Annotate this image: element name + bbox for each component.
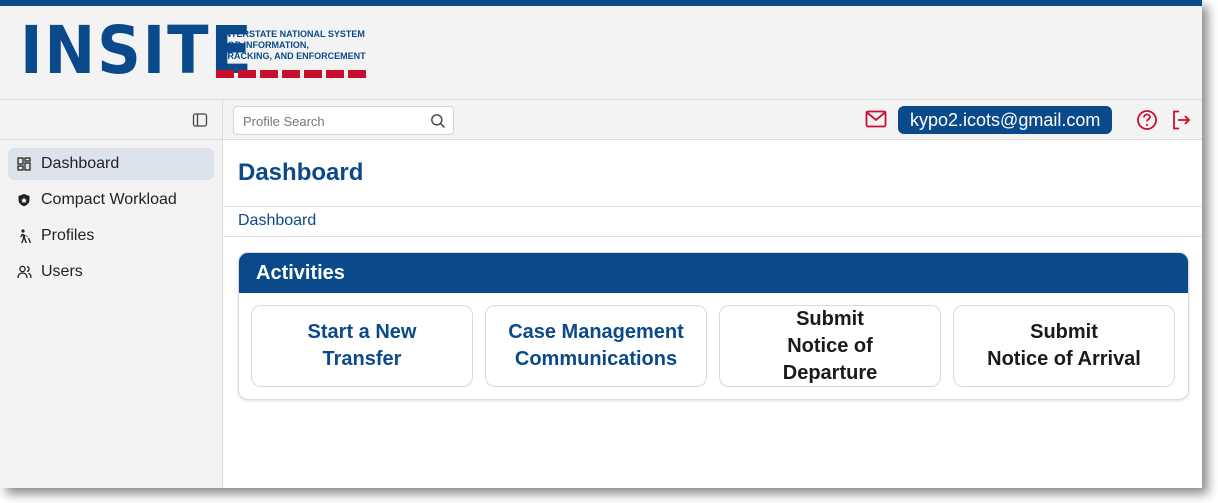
app-window: INSITE INTERSTATE NATIONAL SYSTEM FOR IN… <box>0 0 1202 488</box>
page-title: Dashboard <box>238 159 364 186</box>
shield-icon <box>16 192 32 208</box>
sidebar: Dashboard Compact Workload Profiles User… <box>0 100 223 488</box>
sidebar-item-dashboard[interactable]: Dashboard <box>8 148 214 180</box>
dashboard-icon <box>16 156 32 172</box>
users-icon <box>16 264 32 280</box>
action-label-line: Submit <box>796 307 864 330</box>
activities-actions: Start a New Transfer Case Management Com… <box>251 305 1175 387</box>
case-management-communications-button[interactable]: Case Management Communications <box>485 305 707 387</box>
mail-icon[interactable] <box>865 110 887 128</box>
action-label-line: Communications <box>514 348 678 370</box>
action-label-line: Submit <box>1030 321 1098 343</box>
sidebar-item-label: Compact Workload <box>41 191 177 208</box>
search-input[interactable] <box>243 113 423 129</box>
action-label-line: Case Management <box>508 321 684 343</box>
submit-notice-of-departure-button[interactable]: Submit Notice of Departure <box>719 305 941 387</box>
activities-card-title: Activities <box>239 253 1188 293</box>
logo-red-dashes <box>216 70 366 78</box>
activities-card: Activities Start a New Transfer Case Man… <box>238 252 1189 400</box>
user-email-badge[interactable]: kypo2.icots@gmail.com <box>898 106 1113 134</box>
action-label-line: Notice of <box>787 334 873 357</box>
sidebar-nav: Dashboard Compact Workload Profiles User… <box>0 140 222 288</box>
start-new-transfer-button[interactable]: Start a New Transfer <box>251 305 473 387</box>
sidebar-item-users[interactable]: Users <box>8 256 214 288</box>
logo-tagline-line: FOR INFORMATION, <box>222 40 309 50</box>
top-toolbar: kypo2.icots@gmail.com <box>223 100 1202 140</box>
logo-tagline-line: INTERSTATE NATIONAL SYSTEM <box>222 29 365 39</box>
divider <box>223 206 1202 207</box>
submit-notice-of-arrival-button[interactable]: Submit Notice of Arrival <box>953 305 1175 387</box>
sidebar-item-profiles[interactable]: Profiles <box>8 220 214 252</box>
breadcrumb[interactable]: Dashboard <box>238 212 316 230</box>
logo-tagline: INTERSTATE NATIONAL SYSTEM FOR INFORMATI… <box>222 29 366 62</box>
person-walking-icon <box>16 228 32 244</box>
action-label-line: Departure <box>782 361 878 384</box>
action-label-line: Transfer <box>322 348 402 370</box>
sidebar-toggle-icon[interactable] <box>192 112 208 128</box>
action-label-line: Start a New <box>307 321 417 343</box>
profile-search <box>233 106 454 135</box>
sidebar-item-label: Dashboard <box>41 155 120 172</box>
sidebar-item-label: Users <box>41 263 83 280</box>
logout-icon[interactable] <box>1170 109 1192 131</box>
help-icon[interactable] <box>1136 109 1158 131</box>
main-content: Dashboard Dashboard Activities Start a N… <box>223 140 1202 488</box>
search-icon[interactable] <box>430 113 446 129</box>
divider <box>223 236 1202 237</box>
action-label-line: Notice of Arrival <box>987 348 1141 370</box>
sidebar-item-compact-workload[interactable]: Compact Workload <box>8 184 214 216</box>
app-header: INSITE INTERSTATE NATIONAL SYSTEM FOR IN… <box>0 6 1202 100</box>
sidebar-toolbar <box>0 100 222 140</box>
logo-tagline-line: TRACKING, AND ENFORCEMENT <box>222 51 366 61</box>
insite-logo[interactable]: INSITE INTERSTATE NATIONAL SYSTEM FOR IN… <box>20 18 370 86</box>
sidebar-item-label: Profiles <box>41 227 95 244</box>
